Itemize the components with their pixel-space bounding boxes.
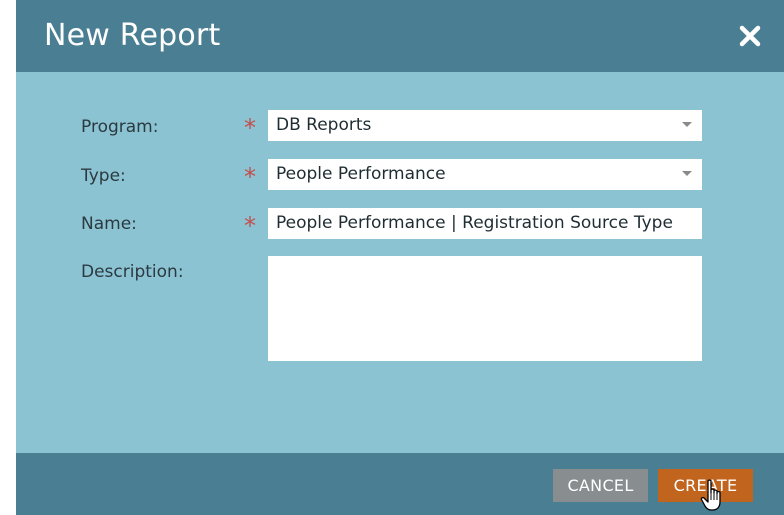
description-textarea[interactable]	[268, 256, 702, 361]
chevron-down-icon	[682, 122, 692, 127]
program-required-star: *	[244, 114, 256, 142]
type-select[interactable]: People Performance	[268, 159, 702, 190]
name-field-value: People Performance | Registration Source…	[276, 213, 673, 233]
close-icon[interactable]	[736, 22, 764, 50]
type-select-value: People Performance	[276, 164, 446, 184]
name-field[interactable]: People Performance | Registration Source…	[268, 208, 702, 239]
program-select[interactable]: DB Reports	[268, 110, 702, 141]
dialog-footer: CANCEL CREATE	[16, 453, 784, 515]
hand-pointer-icon	[700, 479, 721, 511]
description-label: Description:	[81, 262, 184, 282]
program-label: Program:	[81, 117, 159, 137]
dialog-header: New Report	[16, 0, 784, 72]
name-required-star: *	[244, 212, 256, 240]
cancel-button[interactable]: CANCEL	[553, 469, 648, 502]
new-report-dialog: New Report Program: * DB Reports Type: *…	[16, 0, 784, 515]
type-label: Type:	[81, 166, 126, 186]
dialog-title: New Report	[44, 18, 221, 53]
program-select-value: DB Reports	[276, 115, 372, 135]
chevron-down-icon	[682, 171, 692, 176]
name-label: Name:	[81, 214, 137, 234]
type-required-star: *	[244, 163, 256, 191]
